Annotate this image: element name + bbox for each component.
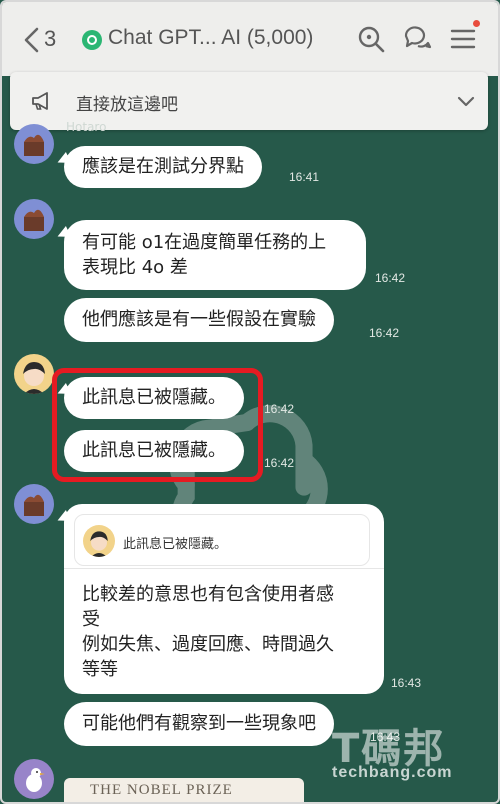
announcement-text: 直接放這邊吧 xyxy=(76,95,178,115)
avatar[interactable] xyxy=(14,124,54,164)
message-bubble[interactable]: 可能他們有觀察到一些現象吧 xyxy=(64,702,334,746)
chevron-down-icon[interactable] xyxy=(456,92,476,112)
reply-text-line: 等等 xyxy=(82,659,118,680)
chat-bubbles-icon[interactable] xyxy=(402,24,432,54)
message-bubble[interactable]: 有可能 o1在過度簡單任務的上 表現比 4o 差 xyxy=(64,220,366,290)
message-time: 16:42 xyxy=(375,271,406,285)
message-time: 16:42 xyxy=(369,326,400,340)
cake-avatar-icon xyxy=(24,134,44,156)
person-avatar-icon xyxy=(23,362,45,394)
message-time: 16:43 xyxy=(391,676,422,690)
sender-name: Hotaro xyxy=(66,120,107,134)
avatar[interactable] xyxy=(14,354,54,394)
highlight-box xyxy=(52,368,263,482)
avatar[interactable] xyxy=(14,484,54,524)
openchat-icon xyxy=(82,30,102,50)
site-watermark: T碼邦 techbang.com xyxy=(332,716,492,786)
avatar[interactable] xyxy=(14,199,54,239)
message-text: 他們應該是有一些假設在實驗 xyxy=(82,309,316,330)
reply-text-line: 比較差的意思也有包含使用者感 xyxy=(82,584,334,605)
cake-avatar-icon xyxy=(24,209,44,231)
unread-count[interactable]: 3 xyxy=(44,26,56,52)
quote-avatar xyxy=(83,525,115,557)
menu-icon[interactable] xyxy=(448,24,478,54)
link-preview-card[interactable]: THE NOBEL PRIZE xyxy=(64,778,304,802)
back-chevron-icon[interactable] xyxy=(20,26,44,54)
message-text: 可能他們有觀察到一些現象吧 xyxy=(82,713,316,734)
message-time: 16:41 xyxy=(289,170,320,184)
avatar[interactable] xyxy=(14,759,54,799)
message-text-line: 表現比 4o 差 xyxy=(82,257,188,278)
quote-divider xyxy=(64,568,384,569)
message-text: 應該是在測試分界點 xyxy=(82,156,244,177)
message-bubble[interactable]: 應該是在測試分界點 xyxy=(64,146,262,188)
megaphone-icon xyxy=(32,92,48,110)
message-bubble[interactable]: 他們應該是有一些假設在實驗 xyxy=(64,298,334,342)
message-time: 16:42 xyxy=(264,456,295,470)
person-avatar-icon xyxy=(90,531,108,557)
reply-text-line: 受 xyxy=(82,609,100,630)
message-text-line: 有可能 o1在過度簡單任務的上 xyxy=(82,232,327,253)
reply-text: 比較差的意思也有包含使用者感 受 例如失焦、過度回應、時間過久 等等 xyxy=(82,582,334,682)
cake-avatar-icon xyxy=(24,494,44,516)
chat-window: 3 Chat GPT... AI (5,000) 直接放這邊吧 Hotaro 應… xyxy=(0,0,500,804)
bird-avatar-icon xyxy=(26,768,45,792)
chat-title[interactable]: Chat GPT... AI (5,000) xyxy=(108,26,313,50)
notification-dot xyxy=(473,20,480,27)
link-preview-title: THE NOBEL PRIZE xyxy=(90,782,233,798)
watermark-url: techbang.com xyxy=(332,764,453,781)
quoted-text: 此訊息已被隱藏。 xyxy=(123,537,228,552)
reply-text-line: 例如失焦、過度回應、時間過久 xyxy=(82,634,334,655)
quoted-message[interactable]: 此訊息已被隱藏。 xyxy=(74,514,370,566)
message-time: 16:42 xyxy=(264,402,295,416)
chat-header: 3 Chat GPT... AI (5,000) xyxy=(2,2,498,76)
search-icon[interactable] xyxy=(356,24,386,54)
